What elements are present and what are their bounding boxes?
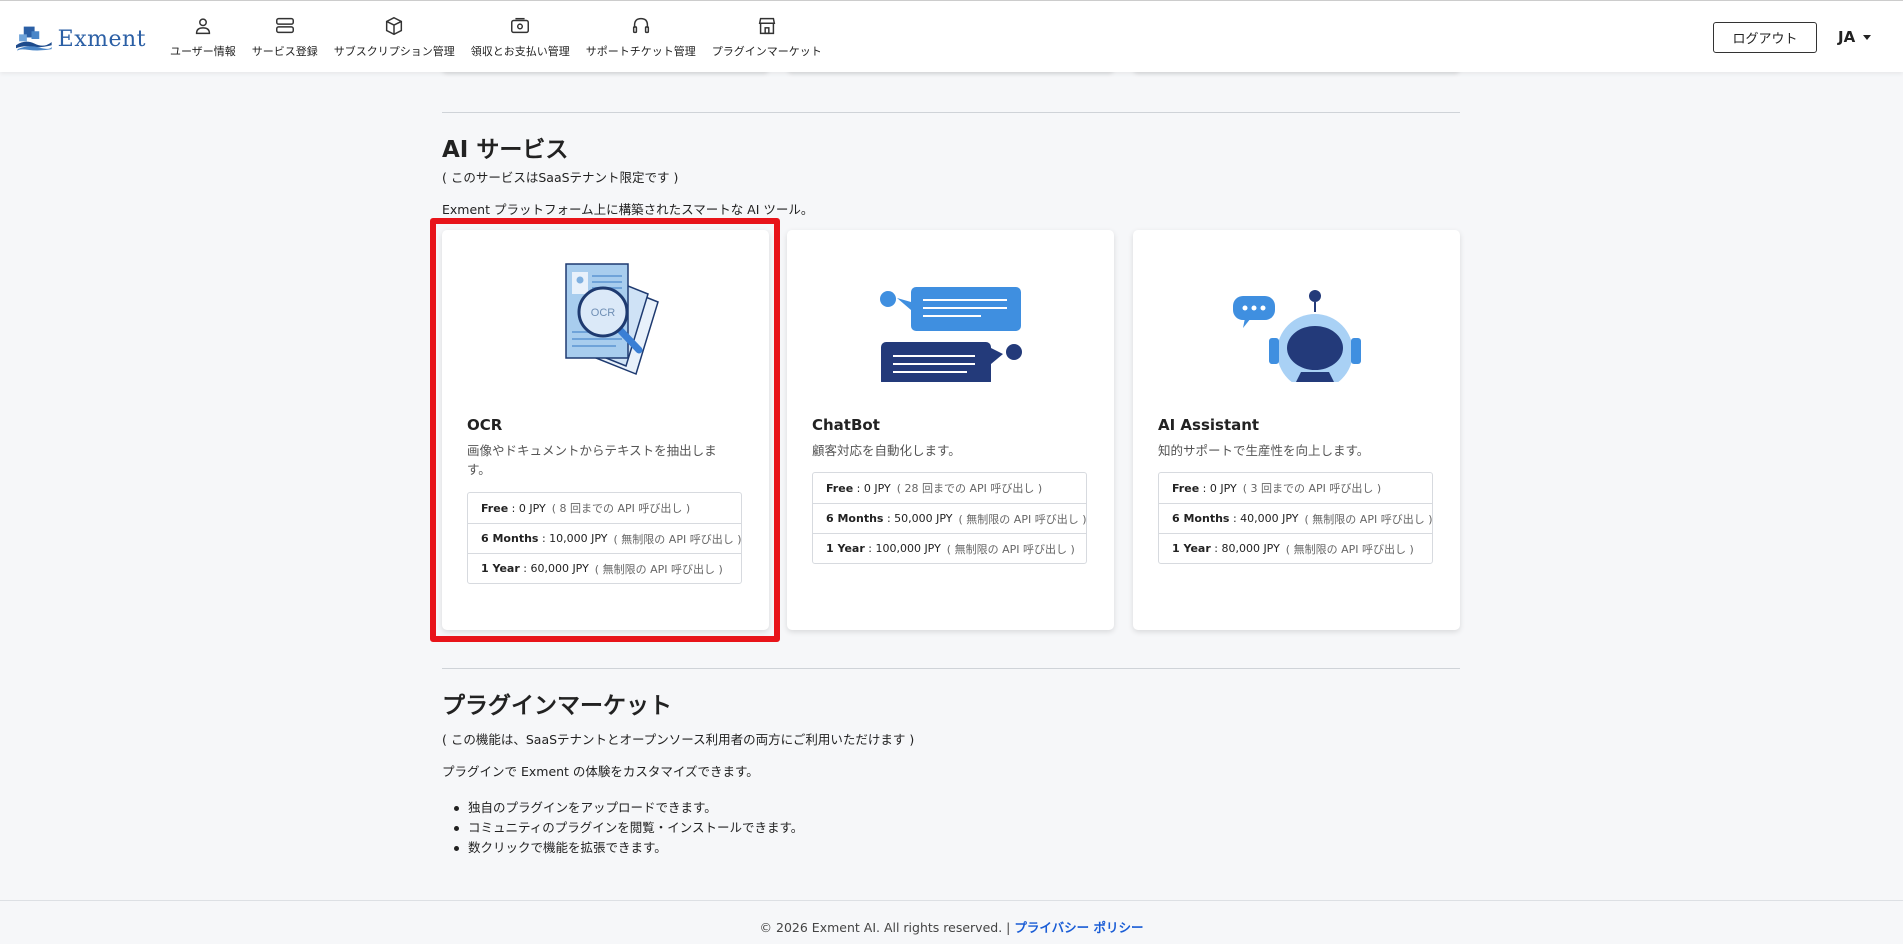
service-card-ocr[interactable]: OCR OCR 画像やドキュメントからテキストを抽出します。 Free : 0 … (442, 230, 769, 630)
card-description: 顧客対応を自動化します。 (812, 443, 961, 458)
card-description: 知的サポートで生産性を向上します。 (1158, 443, 1370, 458)
price-plan-name: 6 Months (481, 532, 539, 545)
caret-down-icon (1863, 34, 1872, 40)
nav-label: プラグインマーケット (711, 45, 822, 58)
price-amount: 80,000 JPY (1221, 542, 1280, 555)
price-plan-name: 1 Year (481, 562, 520, 575)
plugin-section-description: プラグインで Exment の体験をカスタマイズできます。 (442, 764, 759, 779)
main-nav: ユーザー情報 サービス登録 サブスクリプション管理 領収とお支払い管理 サポート… (170, 15, 838, 59)
chat-bubbles-icon (879, 287, 1022, 382)
section-divider (442, 112, 1460, 113)
price-row-free: Free : 0 JPY( 28 回までの API 呼び出し ) (826, 481, 1043, 496)
ocr-illustration: OCR (442, 252, 769, 382)
exment-logo-icon (16, 26, 52, 52)
plugin-section-note: ( この機能は、SaaSテナントとオープンソース利用者の両方にご利用いただけます… (442, 732, 915, 747)
language-dropdown[interactable]: JA (1838, 28, 1872, 46)
price-table: Free : 0 JPY( 8 回までの API 呼び出し ) 6 Months… (467, 492, 742, 584)
assistant-illustration (1133, 252, 1460, 382)
nav-label: サポートチケット管理 (585, 45, 696, 58)
footer-text: © 2026 Exment AI. All rights reserved. |… (0, 917, 1903, 936)
nav-item-support-tickets[interactable]: サポートチケット管理 (586, 15, 696, 59)
price-amount: 60,000 JPY (530, 562, 589, 575)
copyright-text: © 2026 Exment AI. All rights reserved. | (759, 920, 1011, 935)
chatbot-illustration (787, 252, 1114, 382)
price-amount: 0 JPY (863, 481, 891, 495)
logo-text: Exment (57, 26, 146, 52)
price-plan-name: 1 Year (826, 542, 865, 555)
price-note: ( 無制限の API 呼び出し ) (1285, 542, 1414, 556)
box-icon (386, 16, 403, 36)
list-item: コミュニティのプラグインを閲覧・インストールできます。 (453, 818, 803, 838)
money-icon (511, 17, 530, 34)
nav-item-receipts-payments[interactable]: 領収とお支払い管理 (471, 15, 570, 59)
list-item: 独自のプラグインをアップロードできます。 (453, 798, 803, 818)
price-row-6-months: 6 Months : 50,000 JPY( 無制限の API 呼び出し ) (813, 503, 1087, 533)
plugin-feature-list: 独自のプラグインをアップロードできます。 コミュニティのプラグインを閲覧・インス… (453, 798, 803, 858)
logout-button[interactable]: ログアウト (1713, 22, 1817, 53)
server-icon (275, 17, 294, 34)
price-amount: 0 JPY (518, 501, 546, 515)
store-icon (758, 17, 776, 35)
price-plan-name: 6 Months (826, 512, 884, 525)
nav-item-subscription[interactable]: サブスクリプション管理 (334, 15, 455, 59)
price-note: ( 3 回までの API 呼び出し ) (1242, 482, 1382, 495)
nav-item-plugin-market[interactable]: プラグインマーケット (712, 15, 822, 59)
footer: © 2026 Exment AI. All rights reserved. |… (0, 900, 1903, 944)
price-plan-name: Free (481, 501, 509, 515)
nav-label: 領収とお支払い管理 (470, 45, 570, 58)
price-note: ( 無制限の API 呼び出し ) (594, 562, 723, 576)
service-card-ai-assistant[interactable]: AI Assistant 知的サポートで生産性を向上します。 Free : 0 … (1133, 230, 1460, 630)
price-note: ( 8 回までの API 呼び出し ) (551, 502, 691, 515)
privacy-policy-link[interactable]: プライバシー ポリシー (1014, 920, 1143, 935)
language-label: JA (1838, 28, 1856, 46)
nav-label: サービス登録 (251, 45, 318, 58)
nav-label: ユーザー情報 (170, 45, 236, 58)
card-title: OCR (467, 416, 503, 434)
robot-icon (1232, 290, 1361, 382)
nav-item-service-register[interactable]: サービス登録 (252, 15, 318, 59)
ocr-document-icon: OCR (564, 263, 659, 375)
price-row-1-year: 1 Year : 100,000 JPY( 無制限の API 呼び出し ) (813, 533, 1086, 563)
price-row-6-months: 6 Months : 10,000 JPY( 無制限の API 呼び出し ) (468, 523, 742, 553)
list-item: 数クリックで機能を拡張できます。 (453, 838, 803, 858)
price-note: ( 28 回までの API 呼び出し ) (896, 482, 1043, 495)
card-title: AI Assistant (1158, 416, 1260, 434)
price-row-1-year: 1 Year : 60,000 JPY( 無制限の API 呼び出し ) (468, 553, 741, 583)
price-amount: 40,000 JPY (1240, 512, 1299, 525)
price-note: ( 無制限の API 呼び出し ) (958, 512, 1087, 526)
price-row-free: Free : 0 JPY( 8 回までの API 呼び出し ) (481, 501, 691, 516)
price-plan-name: 6 Months (1172, 512, 1230, 525)
ai-section-title: AI サービス (442, 137, 569, 163)
price-plan-name: 1 Year (1172, 542, 1211, 555)
price-row-1-year: 1 Year : 80,000 JPY( 無制限の API 呼び出し ) (1159, 533, 1432, 563)
price-note: ( 無制限の API 呼び出し ) (946, 542, 1075, 556)
price-plan-name: Free (826, 481, 854, 495)
price-note: ( 無制限の API 呼び出し ) (613, 532, 742, 546)
user-icon (195, 18, 211, 35)
ai-section-description: Exment プラットフォーム上に構築されたスマートな AI ツール。 (442, 202, 814, 217)
svg-text:OCR: OCR (590, 307, 615, 319)
price-table: Free : 0 JPY( 28 回までの API 呼び出し ) 6 Month… (812, 472, 1087, 564)
nav-item-user-info[interactable]: ユーザー情報 (170, 15, 236, 59)
price-amount: 10,000 JPY (549, 532, 608, 545)
card-description: 画像やドキュメントからテキストを抽出します。 (467, 443, 717, 477)
price-row-6-months: 6 Months : 40,000 JPY( 無制限の API 呼び出し ) (1159, 503, 1433, 533)
price-table: Free : 0 JPY( 3 回までの API 呼び出し ) 6 Months… (1158, 472, 1433, 564)
service-card-chatbot[interactable]: ChatBot 顧客対応を自動化します。 Free : 0 JPY( 28 回ま… (787, 230, 1114, 630)
price-amount: 100,000 JPY (875, 542, 941, 555)
price-amount: 0 JPY (1209, 481, 1237, 495)
plugin-section-title: プラグインマーケット (442, 693, 672, 719)
price-note: ( 無制限の API 呼び出し ) (1304, 512, 1433, 526)
headset-icon (632, 17, 649, 34)
price-plan-name: Free (1172, 481, 1200, 495)
ai-section-note: ( このサービスはSaaSテナント限定です ) (442, 170, 679, 185)
section-divider (442, 668, 1460, 669)
top-navbar: Exment ユーザー情報 サービス登録 サブスクリプション管理 領収とお支払い… (0, 0, 1903, 72)
nav-label: サブスクリプション管理 (333, 45, 455, 58)
exment-logo[interactable]: Exment (16, 19, 146, 59)
price-row-free: Free : 0 JPY( 3 回までの API 呼び出し ) (1172, 481, 1382, 496)
price-amount: 50,000 JPY (894, 512, 953, 525)
card-title: ChatBot (812, 416, 880, 434)
